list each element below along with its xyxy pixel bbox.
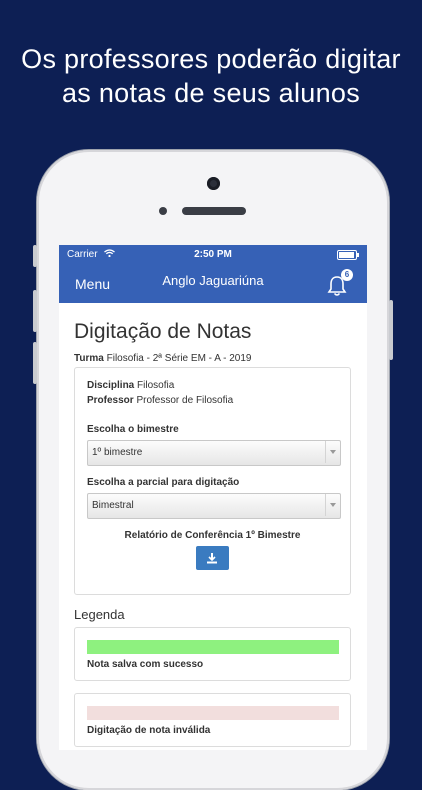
mute-switch xyxy=(33,245,37,267)
download-report-button[interactable] xyxy=(196,546,229,570)
grade-entry-card: Disciplina Filosofia Professor Professor… xyxy=(74,367,351,595)
legend-label-invalid: Digitação de nota inválida xyxy=(87,725,211,736)
legend-label-success: Nota salva com sucesso xyxy=(87,659,204,670)
download-icon xyxy=(207,553,217,564)
notifications-button[interactable]: 6 xyxy=(325,269,353,299)
professor-label: Professor xyxy=(87,395,134,406)
disciplina-value: Filosofia xyxy=(137,380,175,391)
chevron-down-icon xyxy=(325,494,340,516)
earpiece-speaker xyxy=(182,207,246,215)
chevron-down-icon xyxy=(325,441,340,463)
legend-swatch-invalid xyxy=(87,706,339,720)
notification-badge: 6 xyxy=(341,269,353,281)
main-content: Digitação de Notas Turma Filosofia - 2ª … xyxy=(59,303,367,750)
promo-headline: Os professores poderão digitar as notas … xyxy=(0,42,422,110)
legend-item-invalid: Digitação de nota inválida xyxy=(74,693,351,747)
status-bar: Carrier 2:50 PM xyxy=(59,245,367,265)
nav-bar: Menu Anglo Jaguariúna 6 xyxy=(59,265,367,303)
front-camera xyxy=(207,177,220,190)
proximity-sensor xyxy=(159,207,167,215)
volume-down-button xyxy=(33,342,37,384)
page-title: Digitação de Notas xyxy=(74,320,252,343)
legend-swatch-success xyxy=(87,640,339,654)
professor-line: Professor Professor de Filosofia xyxy=(87,395,233,406)
report-label: Relatório de Conferência 1º Bimestre xyxy=(124,530,301,541)
disciplina-label: Disciplina xyxy=(87,380,135,391)
bimestre-selected-value: 1º bimestre xyxy=(92,447,143,458)
volume-up-button xyxy=(33,290,37,332)
power-button xyxy=(389,300,393,360)
parcial-select[interactable]: Bimestral xyxy=(87,493,341,519)
legend-item-success: Nota salva com sucesso xyxy=(74,627,351,681)
turma-line: Turma Filosofia - 2ª Série EM - A - 2019 xyxy=(74,353,251,364)
bimestre-select[interactable]: 1º bimestre xyxy=(87,440,341,466)
app-title: Anglo Jaguariúna xyxy=(162,273,264,288)
battery-icon xyxy=(337,250,359,260)
bimestre-label: Escolha o bimestre xyxy=(87,424,179,435)
phone-screen: Carrier 2:50 PM Menu Anglo Jaguariúna 6 … xyxy=(59,245,367,750)
clock: 2:50 PM xyxy=(194,249,232,260)
turma-label: Turma xyxy=(74,353,104,364)
parcial-label: Escolha a parcial para digitação xyxy=(87,477,240,488)
disciplina-line: Disciplina Filosofia xyxy=(87,380,174,391)
promo-line-2: as notas de seus alunos xyxy=(61,78,361,108)
professor-value: Professor de Filosofia xyxy=(136,395,234,406)
turma-value: Filosofia - 2ª Série EM - A - 2019 xyxy=(106,353,252,364)
promo-line-1: Os professores poderão digitar xyxy=(21,44,401,74)
legend-title: Legenda xyxy=(74,607,125,622)
parcial-selected-value: Bimestral xyxy=(92,500,134,511)
